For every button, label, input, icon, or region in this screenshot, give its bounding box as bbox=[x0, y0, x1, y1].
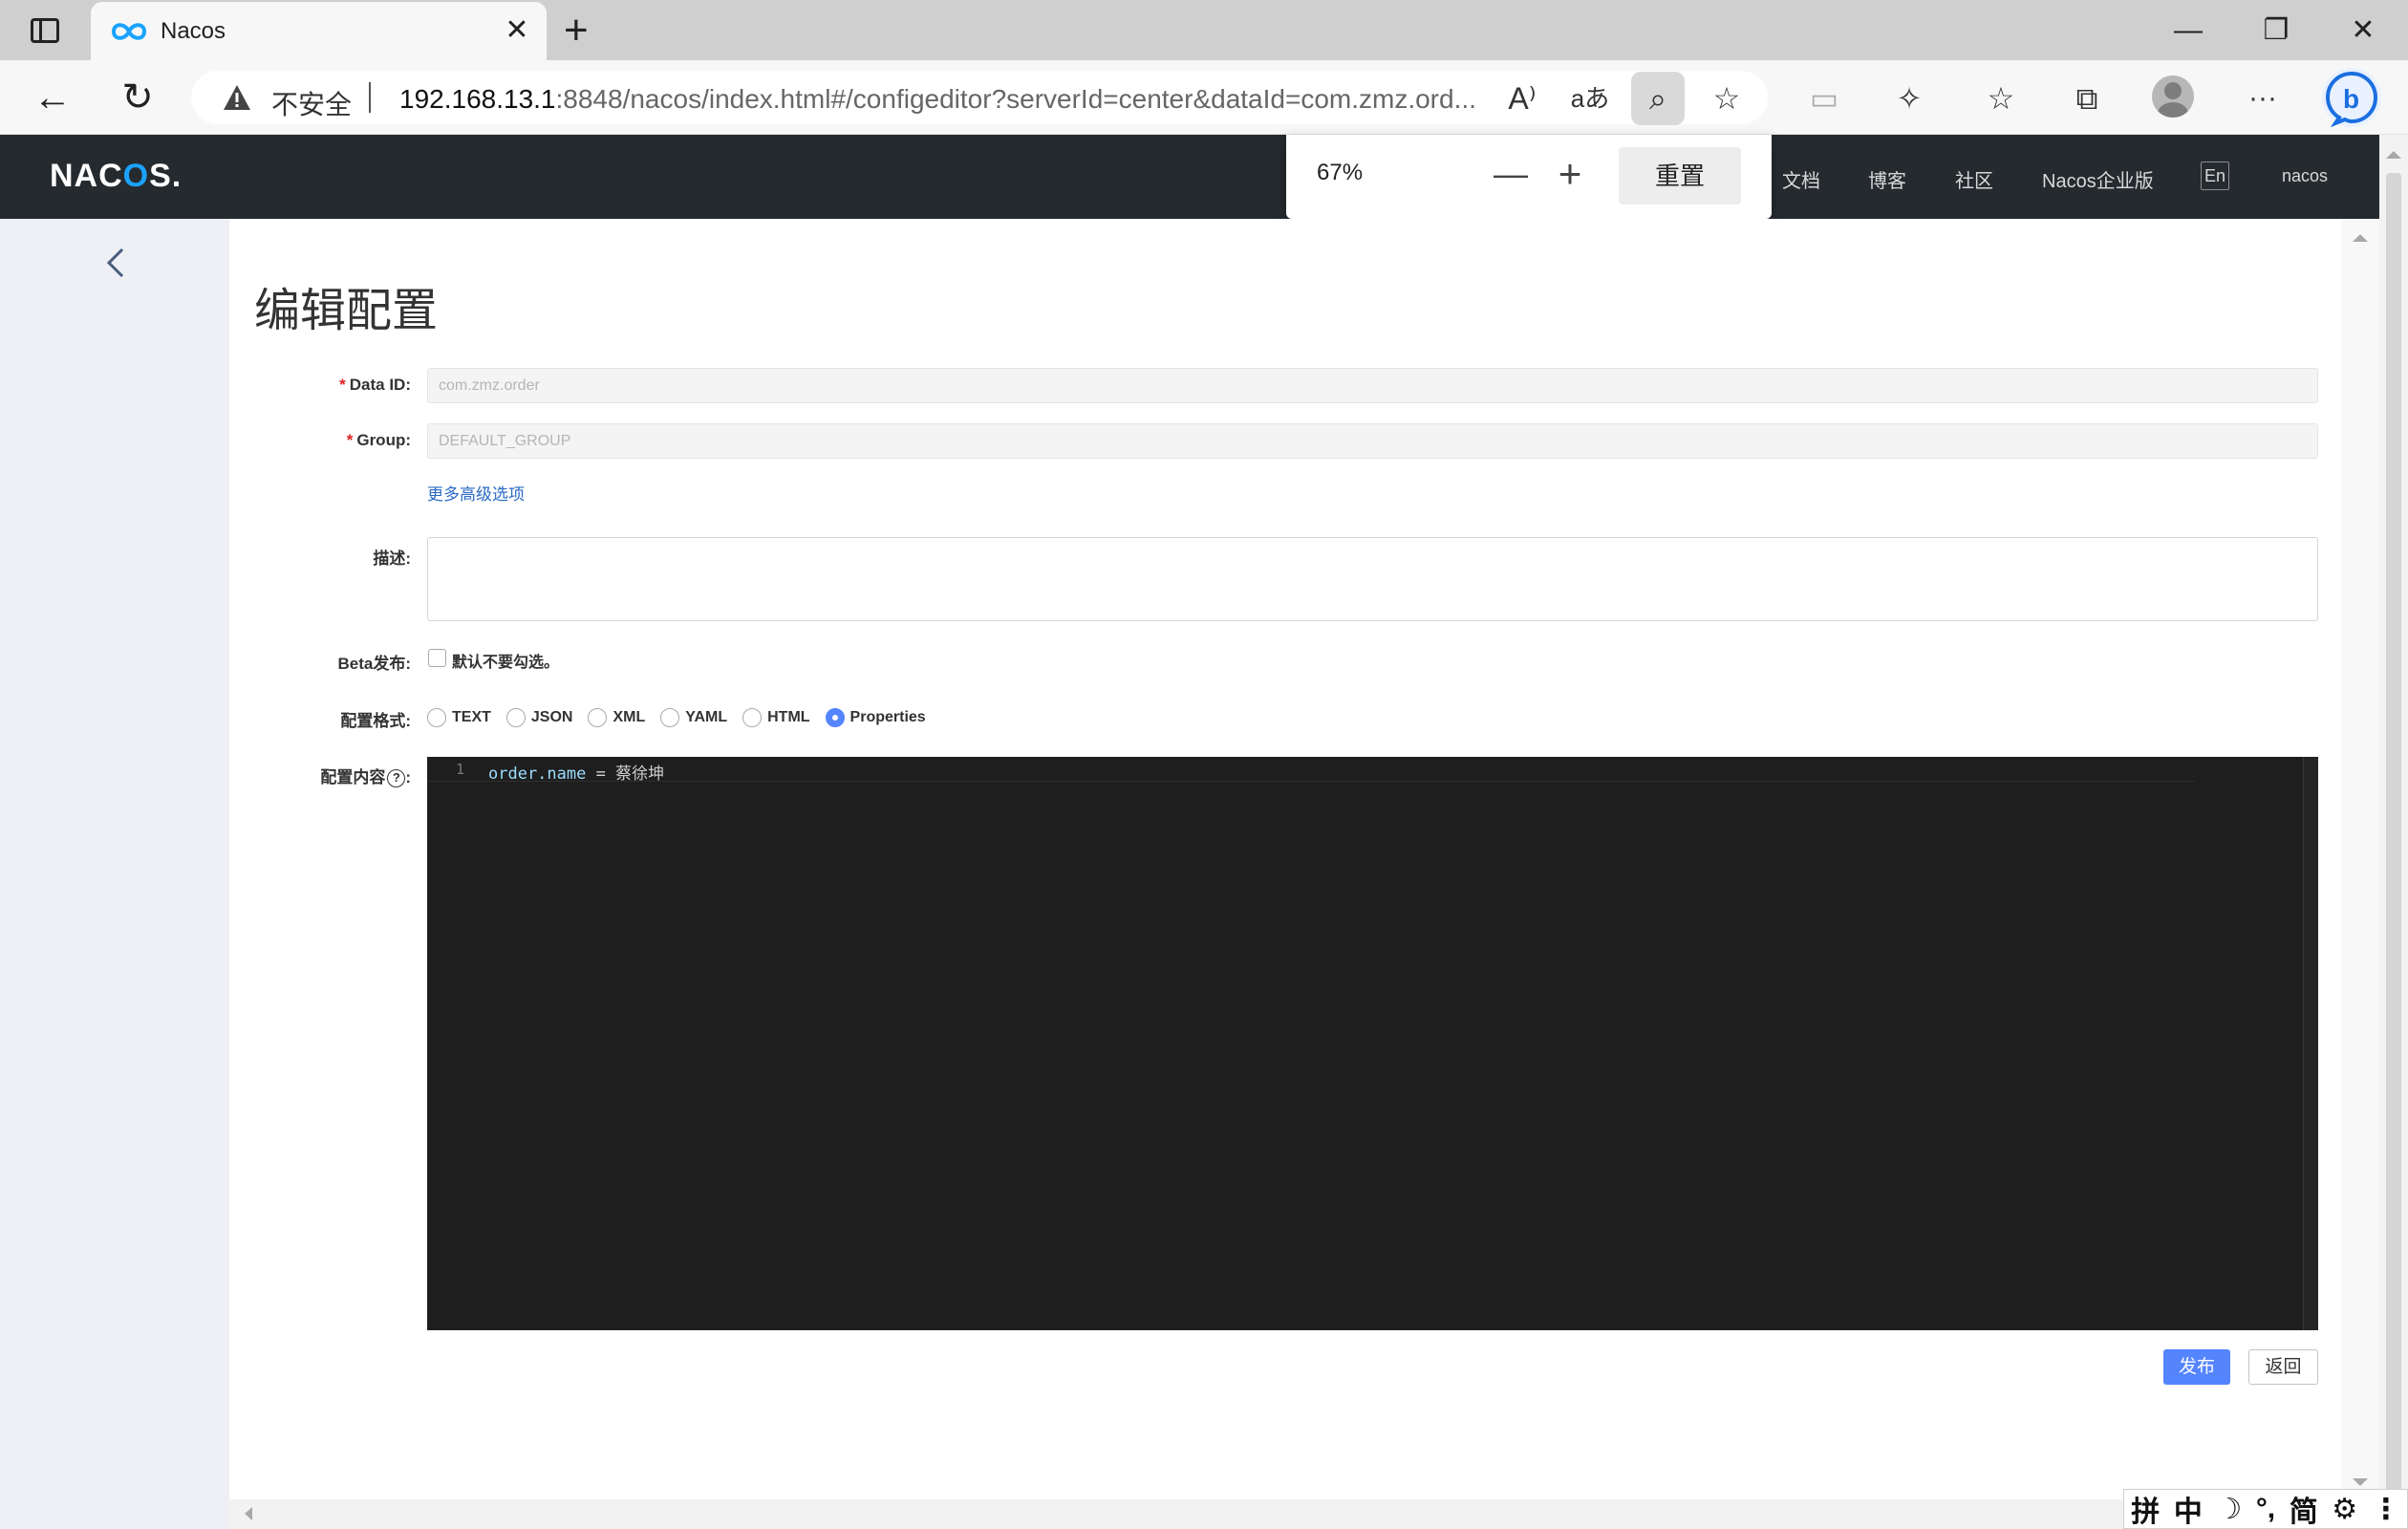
scroll-arrows-icon bbox=[2353, 234, 2368, 1486]
window-restore-button[interactable]: ❐ bbox=[2247, 10, 2305, 52]
help-icon[interactable]: ? bbox=[387, 769, 406, 788]
format-radio-text[interactable]: TEXT bbox=[427, 708, 491, 727]
config-editor-main: 编辑配置 * Data ID: com.zmz.order * Group: DEF… bbox=[229, 219, 2341, 1499]
format-label: 配置格式: bbox=[340, 712, 411, 730]
add-favorite-icon[interactable]: ☆ bbox=[1700, 72, 1753, 125]
url-separator bbox=[369, 82, 371, 113]
zoom-reset-button[interactable]: 重置 bbox=[1619, 147, 1741, 205]
ime-punctuation-icon[interactable]: °, bbox=[2256, 1493, 2275, 1525]
ime-settings-icon[interactable]: ⚙ bbox=[2332, 1493, 2357, 1526]
radio-dot bbox=[505, 708, 526, 727]
data-id-input[interactable]: com.zmz.order bbox=[427, 368, 2318, 403]
window-close-button[interactable]: ✕ bbox=[2334, 10, 2392, 52]
scroll-arrows-icon bbox=[2386, 151, 2401, 1492]
nacos-header: NACOS. 文档 博客 社区 Nacos企业版 En nacos bbox=[0, 135, 2379, 219]
radio-dot-selected bbox=[825, 708, 845, 727]
format-radio-json[interactable]: JSON bbox=[505, 708, 572, 727]
radio-dot bbox=[427, 708, 446, 727]
code-editor[interactable]: 1 order.name = 蔡徐坤 bbox=[427, 757, 2318, 1330]
new-tab-button[interactable]: + bbox=[564, 10, 589, 52]
format-radio-group: TEXT JSON XML YAML HTML Properties bbox=[427, 705, 941, 730]
format-radio-xml[interactable]: XML bbox=[588, 708, 645, 727]
favorites-icon[interactable]: ☆ bbox=[1974, 72, 2028, 125]
nav-enterprise[interactable]: Nacos企业版 bbox=[2042, 165, 2154, 193]
main-vertical-scrollbar[interactable] bbox=[2341, 219, 2379, 1499]
code-text: order.name = 蔡徐坤 bbox=[488, 764, 665, 784]
user-name[interactable]: nacos bbox=[2282, 166, 2328, 186]
zoom-in-button[interactable]: + bbox=[1546, 150, 1594, 198]
data-id-label: * Data ID: bbox=[339, 376, 411, 394]
ime-moon-icon[interactable]: ☽ bbox=[2216, 1493, 2242, 1526]
horizontal-scrollbar[interactable] bbox=[229, 1499, 2379, 1529]
return-button[interactable]: 返回 bbox=[2248, 1349, 2318, 1385]
bing-copilot-icon[interactable]: b bbox=[2322, 68, 2381, 128]
url-path: :8848/nacos/index.html#/configeditor?ser… bbox=[555, 84, 1476, 114]
language-toggle-button[interactable]: En bbox=[2201, 162, 2229, 190]
sidebar bbox=[0, 219, 229, 1529]
tab-close-icon[interactable]: ✕ bbox=[502, 15, 532, 46]
required-mark: * bbox=[346, 431, 354, 449]
group-input[interactable]: DEFAULT_GROUP bbox=[427, 423, 2318, 459]
radio-dot bbox=[588, 708, 608, 727]
translate-icon[interactable]: aあ bbox=[1563, 72, 1617, 125]
browser-tab-nacos[interactable]: Nacos ✕ bbox=[91, 2, 547, 60]
tab-title: Nacos bbox=[161, 18, 226, 44]
back-arrow-icon[interactable]: ← bbox=[27, 72, 78, 123]
zoom-popup: 67% — + 重置 bbox=[1286, 135, 1772, 219]
nav-blog[interactable]: 博客 bbox=[1868, 165, 1906, 193]
page-title: 编辑配置 bbox=[254, 286, 439, 336]
more-menu-icon[interactable]: ··· bbox=[2236, 72, 2290, 125]
zoom-out-button[interactable]: — bbox=[1487, 150, 1535, 198]
ime-pinyin-icon[interactable]: 拼 bbox=[2131, 1488, 2160, 1529]
ime-chinese-mode[interactable]: 中 bbox=[2174, 1488, 2203, 1529]
required-mark: * bbox=[339, 376, 346, 394]
chevron-left-icon[interactable] bbox=[99, 244, 134, 282]
url-host: 192.168.13.1 bbox=[399, 84, 556, 114]
tab-actions-icon[interactable] bbox=[21, 11, 69, 50]
beta-label: Beta发布: bbox=[337, 655, 411, 673]
radio-dot bbox=[742, 708, 763, 727]
editor-scrollbar[interactable] bbox=[2303, 757, 2318, 1330]
url-text: 192.168.13.1:8848/nacos/index.html#/conf… bbox=[399, 84, 1476, 115]
description-textarea[interactable] bbox=[427, 537, 2318, 621]
scroll-left-arrow-icon bbox=[245, 1507, 252, 1520]
advanced-options-link[interactable]: 更多高级选项 bbox=[427, 481, 525, 505]
format-radio-yaml[interactable]: YAML bbox=[660, 708, 727, 727]
format-radio-properties[interactable]: Properties bbox=[825, 708, 926, 727]
description-label: 描述: bbox=[373, 549, 411, 568]
collections-icon[interactable]: ⧉ bbox=[2060, 72, 2114, 125]
beta-checkbox-label: 默认不要勾选。 bbox=[452, 655, 560, 671]
nav-community[interactable]: 社区 bbox=[1955, 165, 1993, 193]
zoom-icon[interactable]: ⌕ bbox=[1631, 72, 1685, 125]
nav-docs[interactable]: 文档 bbox=[1782, 165, 1820, 193]
extensions-icon[interactable]: ✧ bbox=[1882, 72, 1936, 125]
window-minimize-button[interactable]: — bbox=[2160, 10, 2217, 52]
ime-simplified-mode[interactable]: 简 bbox=[2290, 1488, 2318, 1529]
beta-checkbox[interactable] bbox=[428, 649, 446, 667]
nacos-logo[interactable]: NACOS. bbox=[50, 158, 182, 195]
publish-button[interactable]: 发布 bbox=[2163, 1349, 2230, 1385]
radio-dot bbox=[660, 708, 680, 727]
bing-logo-icon: b bbox=[2325, 71, 2378, 128]
browser-tab-bar: Nacos ✕ + — ❐ ✕ bbox=[0, 0, 2408, 60]
format-radio-html[interactable]: HTML bbox=[742, 708, 810, 727]
profile-avatar[interactable] bbox=[2152, 75, 2194, 118]
insecure-label: 不安全 bbox=[271, 90, 353, 119]
ime-more-icon[interactable]: ⋮ bbox=[2372, 1493, 2400, 1526]
svg-text:b: b bbox=[2343, 84, 2359, 114]
warning-icon bbox=[224, 85, 250, 110]
zoom-level: 67% bbox=[1317, 160, 1364, 185]
line-number: 1 bbox=[456, 761, 465, 778]
ime-toolbar: 拼 中 ☽ °, 简 ⚙ ⋮ bbox=[2123, 1489, 2408, 1529]
editor-line: 1 order.name = 蔡徐坤 bbox=[427, 757, 2195, 784]
read-aloud-icon[interactable]: A⁾ bbox=[1495, 72, 1549, 125]
browser-address-bar: ← ↻ 不安全 192.168.13.1:8848/nacos/index.ht… bbox=[0, 60, 2408, 135]
nacos-favicon-icon bbox=[111, 23, 147, 40]
split-screen-icon[interactable]: ▭ bbox=[1797, 72, 1851, 125]
group-label: * Group: bbox=[346, 431, 411, 449]
page-vertical-scrollbar[interactable] bbox=[2379, 135, 2408, 1529]
content-label: 配置内容?: bbox=[320, 768, 411, 788]
refresh-icon[interactable]: ↻ bbox=[112, 72, 163, 123]
